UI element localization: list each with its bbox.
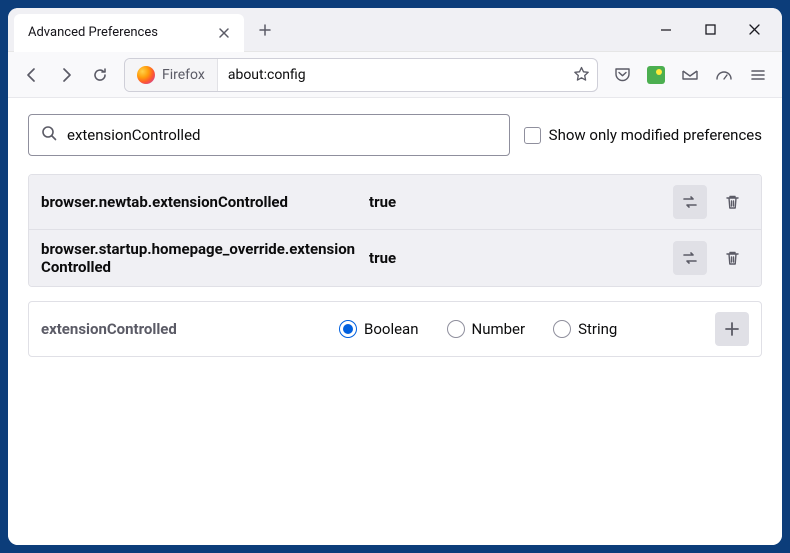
titlebar: Advanced Preferences — [8, 8, 782, 52]
radio-number[interactable]: Number — [447, 320, 526, 338]
tab-title: Advanced Preferences — [28, 25, 214, 40]
inbox-icon[interactable] — [674, 59, 706, 91]
minimize-button[interactable] — [644, 12, 688, 48]
toggle-button[interactable] — [673, 241, 707, 275]
radio-label: Boolean — [364, 320, 419, 338]
search-row: Show only modified preferences — [28, 114, 762, 156]
radio-string[interactable]: String — [553, 320, 617, 338]
back-button[interactable] — [16, 59, 48, 91]
pref-row: browser.startup.homepage_override.extens… — [29, 230, 761, 286]
search-icon — [41, 125, 57, 145]
radio-label: Number — [472, 320, 526, 338]
close-window-button[interactable] — [732, 12, 776, 48]
extension-icon[interactable] — [640, 59, 672, 91]
firefox-logo-icon — [137, 66, 155, 84]
radio-icon — [553, 320, 571, 338]
toggle-button[interactable] — [673, 185, 707, 219]
delete-button[interactable] — [715, 185, 749, 219]
pref-name: browser.newtab.extensionControlled — [41, 193, 361, 211]
radio-boolean[interactable]: Boolean — [339, 320, 419, 338]
performance-icon[interactable] — [708, 59, 740, 91]
maximize-button[interactable] — [688, 12, 732, 48]
checkbox-label: Show only modified preferences — [549, 126, 762, 144]
pref-row: browser.newtab.extensionControlled true — [29, 175, 761, 230]
navigation-toolbar: Firefox about:config — [8, 52, 782, 98]
close-tab-icon[interactable] — [214, 23, 234, 43]
pref-value: true — [369, 193, 665, 211]
new-tab-button[interactable] — [250, 15, 280, 45]
radio-label: String — [578, 320, 617, 338]
page-content: Show only modified preferences browser.n… — [8, 98, 782, 545]
type-radio-group: Boolean Number String — [339, 320, 707, 338]
url-bar[interactable]: Firefox about:config — [124, 58, 598, 92]
search-box[interactable] — [28, 114, 510, 156]
search-input[interactable] — [67, 126, 497, 144]
reload-button[interactable] — [84, 59, 116, 91]
delete-button[interactable] — [715, 241, 749, 275]
new-pref-name: extensionControlled — [41, 320, 331, 338]
add-button[interactable] — [715, 312, 749, 346]
browser-window: Advanced Preferences — [8, 8, 782, 545]
tab-active[interactable]: Advanced Preferences — [14, 14, 244, 52]
checkbox-icon[interactable] — [524, 127, 541, 144]
hamburger-menu-icon[interactable] — [742, 59, 774, 91]
url-text: about:config — [218, 67, 565, 83]
window-controls — [644, 12, 782, 48]
forward-button[interactable] — [50, 59, 82, 91]
show-modified-checkbox[interactable]: Show only modified preferences — [524, 126, 762, 144]
preferences-table: browser.newtab.extensionControlled true … — [28, 174, 762, 287]
pref-name: browser.startup.homepage_override.extens… — [41, 240, 361, 276]
radio-icon — [339, 320, 357, 338]
identity-label: Firefox — [162, 67, 205, 83]
new-pref-row: extensionControlled Boolean Number Strin… — [28, 301, 762, 357]
pocket-icon[interactable] — [606, 59, 638, 91]
identity-box[interactable]: Firefox — [125, 59, 218, 91]
bookmark-star-icon[interactable] — [565, 66, 597, 83]
pref-value: true — [369, 249, 665, 267]
radio-icon — [447, 320, 465, 338]
